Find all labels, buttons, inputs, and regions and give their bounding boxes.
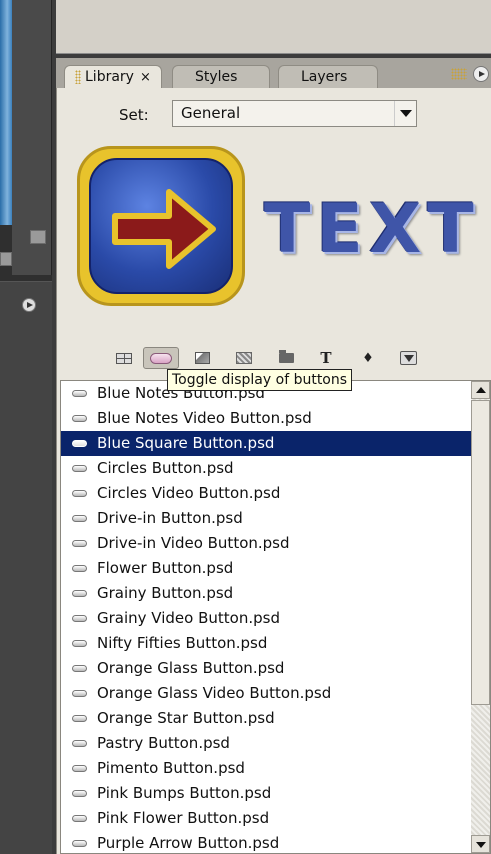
tab-library-label: Library: [85, 69, 134, 85]
list-item-label: Flower Button.psd: [97, 559, 234, 577]
tab-styles[interactable]: Styles: [172, 65, 270, 88]
list-item[interactable]: Drive-in Button.psd: [61, 506, 471, 531]
button-icon[interactable]: [143, 347, 179, 369]
list-item-label: Nifty Fifties Button.psd: [97, 634, 268, 652]
list-item-label: Drive-in Video Button.psd: [97, 534, 290, 552]
pattern-icon[interactable]: [229, 347, 259, 369]
button-file-icon: [72, 490, 87, 497]
list-item[interactable]: Orange Glass Video Button.psd: [61, 681, 471, 706]
list-item-label: Circles Button.psd: [97, 459, 234, 477]
top-panel: [56, 0, 491, 54]
scroll-up-button[interactable]: [471, 381, 490, 399]
list-item[interactable]: Circles Button.psd: [61, 456, 471, 481]
button-file-icon: [72, 740, 87, 747]
list-item[interactable]: Circles Video Button.psd: [61, 481, 471, 506]
list-item[interactable]: Grainy Video Button.psd: [61, 606, 471, 631]
list-item-label: Grainy Button.psd: [97, 584, 234, 602]
list-item[interactable]: Pink Flower Button.psd: [61, 806, 471, 831]
arrow-right-icon: [112, 189, 216, 269]
list-item[interactable]: Nifty Fifties Button.psd: [61, 631, 471, 656]
button-file-icon: [72, 640, 87, 647]
tab-library[interactable]: Library ×: [64, 65, 162, 88]
scroll-down-button[interactable]: [471, 835, 490, 853]
scroll-thumb[interactable]: [471, 400, 490, 705]
button-file-icon: [72, 765, 87, 772]
button-file-icon: [72, 415, 87, 422]
list-scrollbar[interactable]: [471, 380, 491, 854]
button-file-icon: [72, 465, 87, 472]
set-label: Set:: [119, 106, 149, 124]
list-item[interactable]: Purple Arrow Button.psd: [61, 831, 471, 853]
text-icon[interactable]: T: [311, 347, 341, 369]
panel-menu-icon[interactable]: [22, 298, 36, 312]
button-file-icon: [72, 390, 87, 397]
grip-icon[interactable]: [451, 68, 467, 80]
list-item[interactable]: Drive-in Video Button.psd: [61, 531, 471, 556]
canvas-edge: [0, 0, 12, 225]
preview-button-graphic: [77, 146, 245, 306]
list-item[interactable]: Blue Notes Video Button.psd: [61, 406, 471, 431]
list-item-label: Orange Glass Button.psd: [97, 659, 285, 677]
button-file-icon: [72, 615, 87, 622]
list-item-label: Grainy Video Button.psd: [97, 609, 280, 627]
set-dropdown[interactable]: General: [172, 100, 417, 127]
list-item-label: Pimento Button.psd: [97, 759, 245, 777]
list-item[interactable]: Pimento Button.psd: [61, 756, 471, 781]
preview-area: TEXT: [77, 138, 477, 323]
panel-menu-icon[interactable]: [473, 66, 489, 82]
list-item-label: Pink Flower Button.psd: [97, 809, 270, 827]
button-file-icon: [72, 540, 87, 547]
image-icon[interactable]: [187, 347, 217, 369]
tab-layers-label: Layers: [301, 69, 348, 85]
drop-icon[interactable]: ♦: [353, 347, 383, 369]
set-dropdown-value: General: [181, 104, 241, 122]
button-file-icon: [72, 515, 87, 522]
list-item[interactable]: Pastry Button.psd: [61, 731, 471, 756]
list-item[interactable]: Orange Glass Button.psd: [61, 656, 471, 681]
collapse-button[interactable]: [30, 230, 46, 244]
list-item-label: Purple Arrow Button.psd: [97, 834, 280, 852]
button-file-icon: [72, 440, 87, 447]
tooltip: Toggle display of buttons: [167, 369, 353, 391]
chevron-down-icon[interactable]: [394, 101, 416, 126]
download-icon[interactable]: [393, 347, 423, 369]
list-item-label: Orange Star Button.psd: [97, 709, 275, 727]
list-item-label: Drive-in Button.psd: [97, 509, 243, 527]
button-file-icon: [72, 715, 87, 722]
preview-text: TEXT: [264, 190, 480, 269]
button-file-icon: [72, 690, 87, 697]
list-item-label: Blue Notes Video Button.psd: [97, 409, 312, 427]
button-file-icon: [72, 590, 87, 597]
panel-tab-bar: Library × Styles Layers: [56, 58, 491, 88]
list-item[interactable]: Grainy Button.psd: [61, 581, 471, 606]
button-file-icon: [72, 815, 87, 822]
grip-icon: [75, 70, 81, 84]
left-panel-strip: [0, 0, 52, 854]
lower-collapsed-panel: [0, 281, 52, 854]
close-icon[interactable]: ×: [140, 70, 151, 85]
list-item-label: Orange Glass Video Button.psd: [97, 684, 332, 702]
button-file-icon: [72, 565, 87, 572]
list-item-label: Pink Bumps Button.psd: [97, 784, 272, 802]
list-item-label: Blue Square Button.psd: [97, 434, 275, 452]
button-file-icon: [72, 665, 87, 672]
preview-button-face: [89, 158, 233, 294]
folder-icon[interactable]: [271, 347, 301, 369]
library-panel: Library × Styles Layers Set: General TEXT: [56, 58, 491, 854]
grid-icon[interactable]: [109, 347, 139, 369]
tab-styles-label: Styles: [195, 69, 238, 85]
list-item[interactable]: Flower Button.psd: [61, 556, 471, 581]
list-item[interactable]: Blue Square Button.psd: [61, 431, 471, 456]
expand-button[interactable]: [0, 252, 12, 266]
button-file-icon: [72, 790, 87, 797]
library-body: Set: General TEXT T ♦ Blue Notes Button.…: [56, 88, 491, 854]
file-list[interactable]: Blue Notes Button.psd Blue Notes Video Bu…: [60, 380, 472, 854]
list-item-label: Circles Video Button.psd: [97, 484, 281, 502]
list-item[interactable]: Orange Star Button.psd: [61, 706, 471, 731]
tab-layers[interactable]: Layers: [278, 65, 378, 88]
button-file-icon: [72, 840, 87, 847]
list-item[interactable]: Pink Bumps Button.psd: [61, 781, 471, 806]
list-item-label: Pastry Button.psd: [97, 734, 230, 752]
